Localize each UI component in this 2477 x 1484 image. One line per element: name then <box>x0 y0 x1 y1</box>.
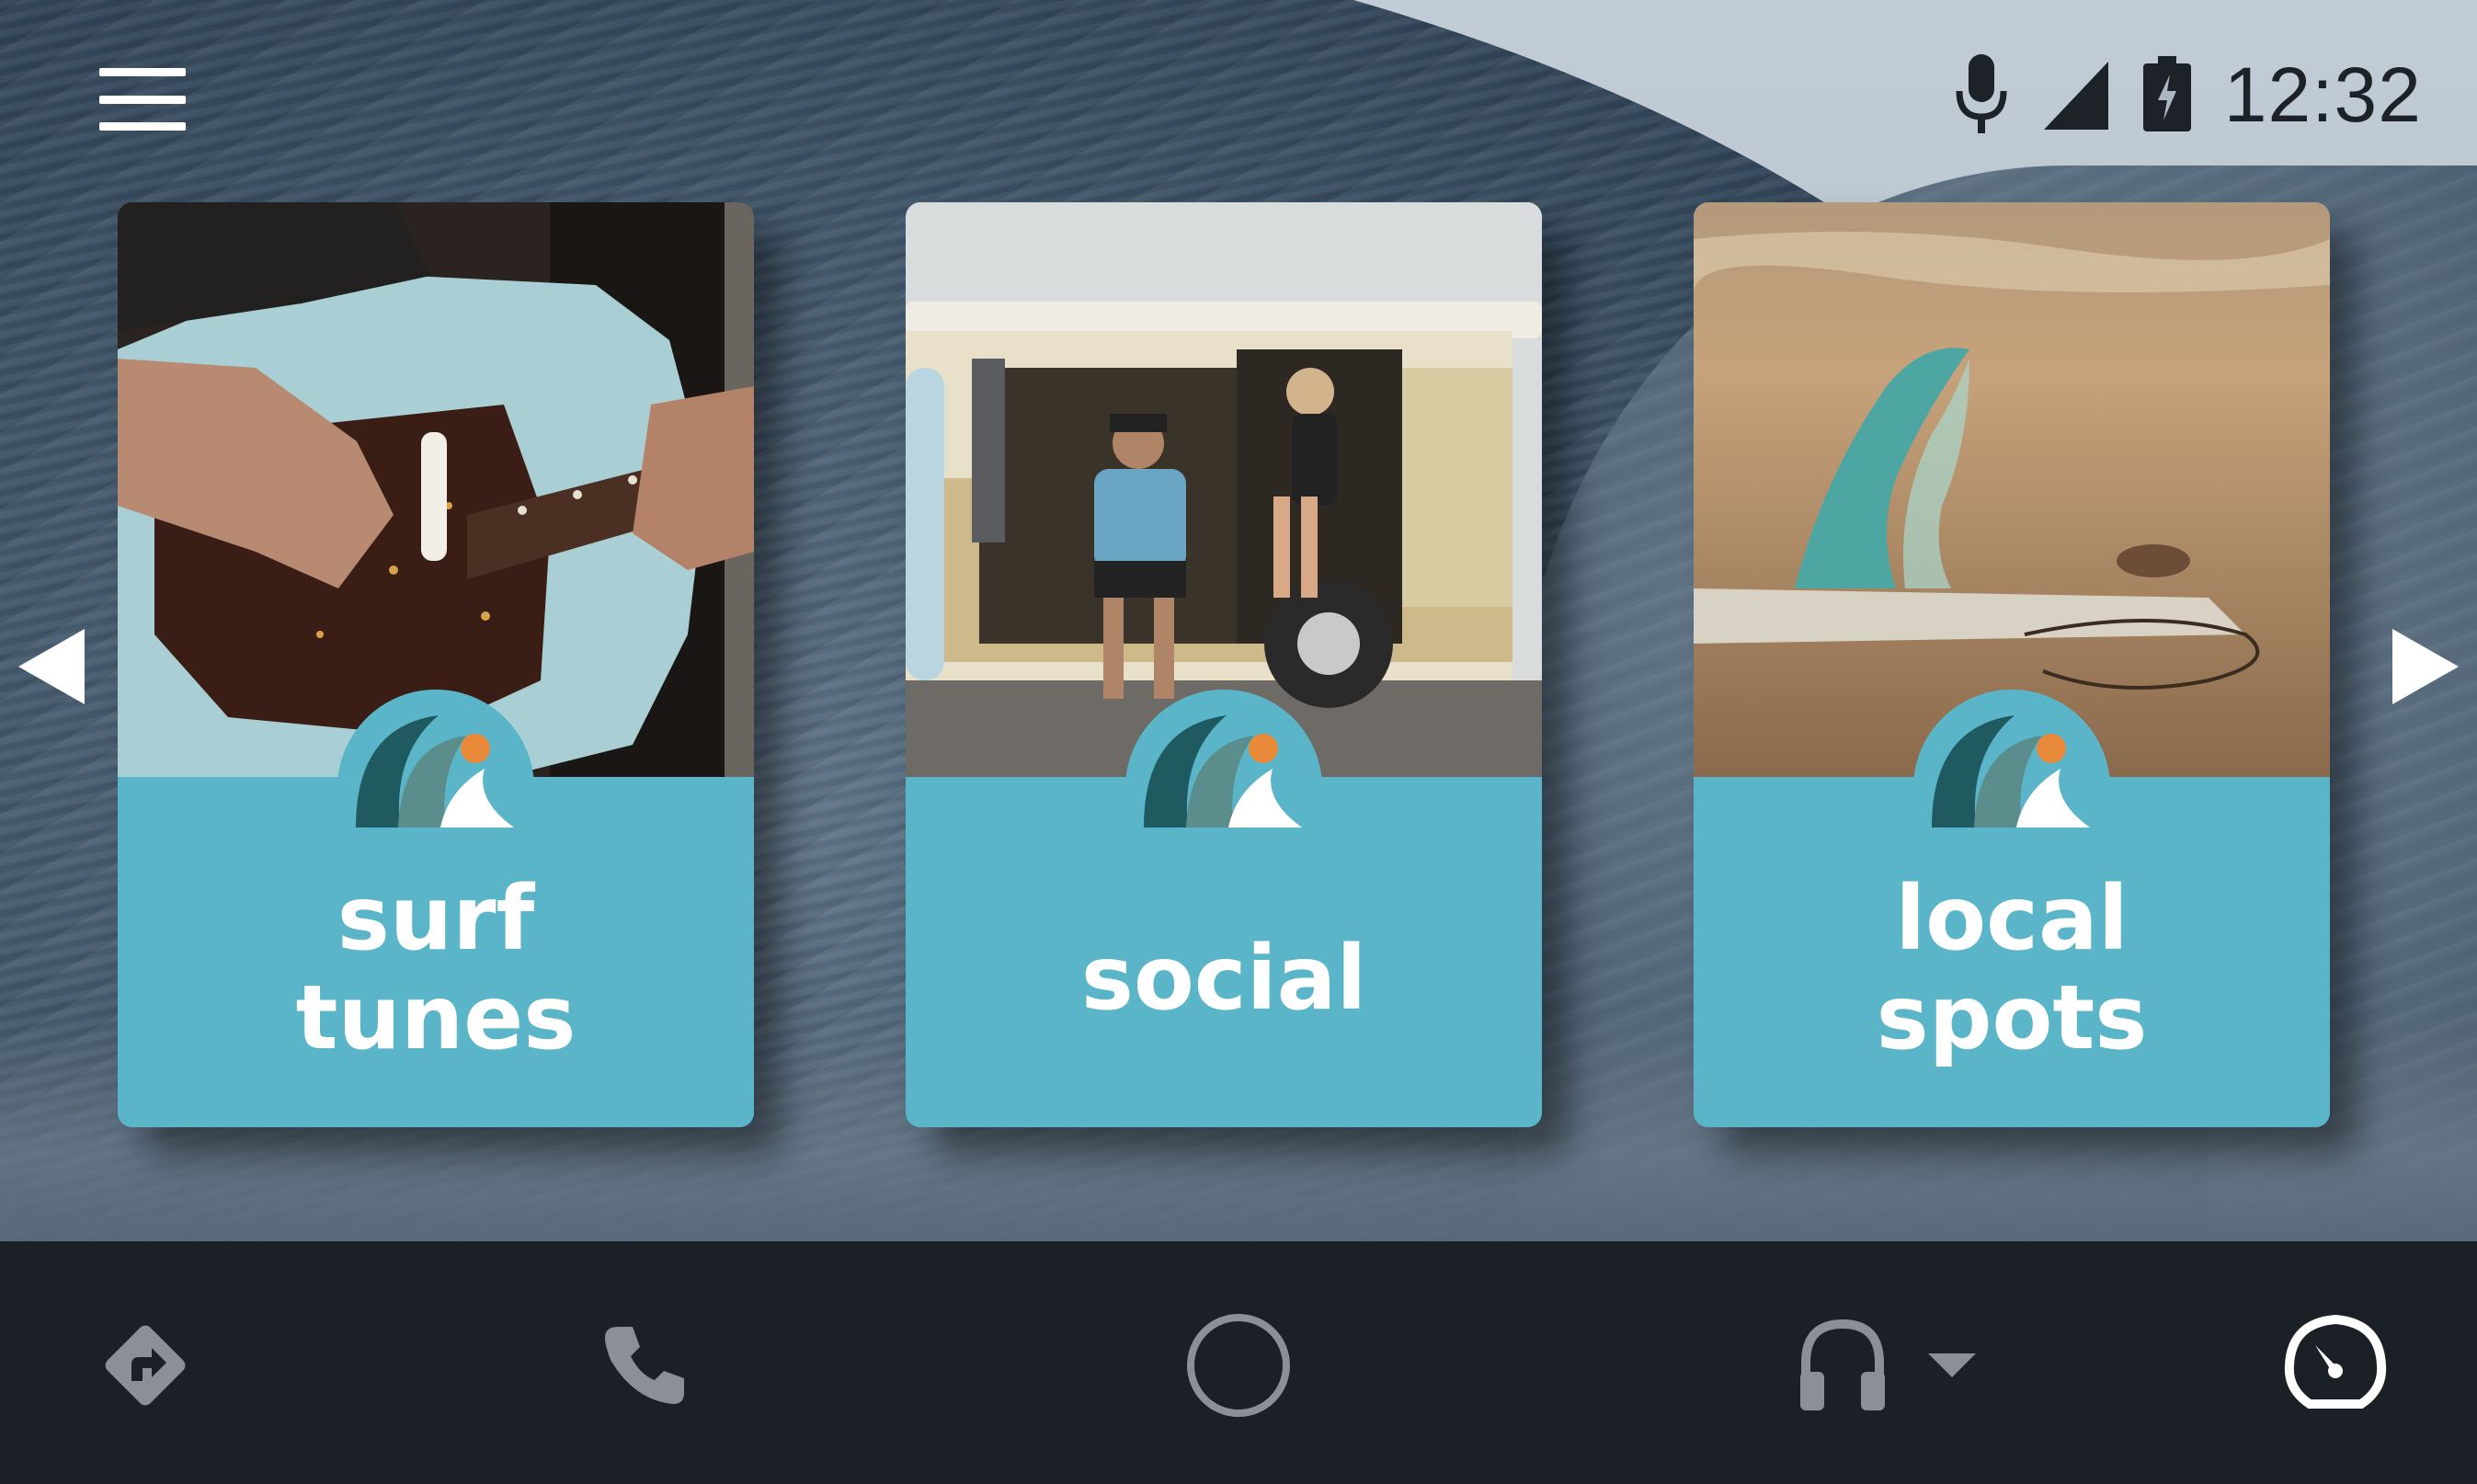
card-title-line: tunes <box>295 966 576 1069</box>
headphones-icon[interactable] <box>1787 1306 1898 1425</box>
menu-line <box>99 95 186 104</box>
wave-logo-icon <box>1913 690 2110 886</box>
home-circle-icon[interactable] <box>1181 1306 1296 1425</box>
status-bar: 12:32 <box>1952 44 2422 145</box>
menu-line <box>99 68 186 76</box>
wave-logo-icon <box>1125 690 1322 886</box>
card-title-line: social <box>1080 927 1367 1030</box>
cell-signal-icon <box>2042 58 2110 131</box>
card-title-line: surf <box>337 867 535 970</box>
card-title-line: spots <box>1876 966 2148 1069</box>
card-social[interactable]: social <box>906 202 1542 1127</box>
card-title: social <box>906 929 1542 1028</box>
menu-icon[interactable] <box>92 63 193 136</box>
phone-icon[interactable] <box>588 1306 699 1425</box>
card-title: surf tunes <box>118 869 754 1067</box>
card-title: local spots <box>1694 869 2330 1067</box>
triangle-right-icon[interactable] <box>2389 625 2462 708</box>
dropdown-caret-icon[interactable] <box>1920 1306 1984 1425</box>
card-local-spots[interactable]: local spots <box>1694 202 2330 1127</box>
wave-logo-icon <box>337 690 534 886</box>
menu-line <box>99 122 186 131</box>
card-surf-tunes[interactable]: surf tunes <box>118 202 754 1127</box>
microphone-icon[interactable] <box>1952 51 2011 139</box>
battery-charging-icon <box>2141 56 2193 133</box>
navigation-icon[interactable] <box>90 1306 200 1425</box>
dashboard-gauge-icon[interactable] <box>2278 1306 2392 1425</box>
clock: 12:32 <box>2223 51 2422 138</box>
triangle-left-icon[interactable] <box>15 625 88 708</box>
card-title-line: local <box>1895 867 2129 970</box>
